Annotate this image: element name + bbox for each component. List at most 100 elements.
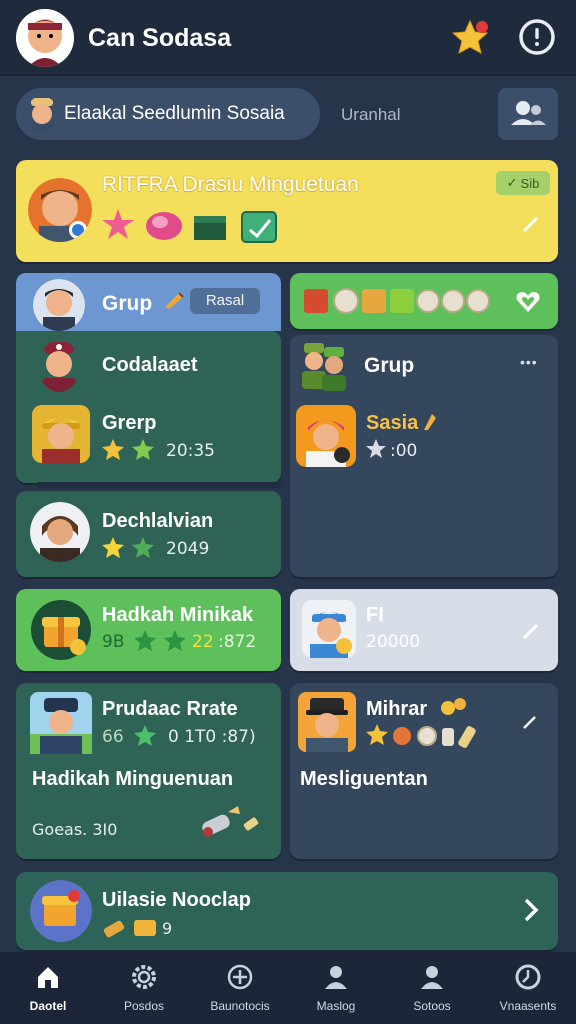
hadikah-highlight: 22 — [192, 632, 214, 652]
featured-title: RITFRA Drasiu Minguetuan — [102, 173, 359, 196]
star-icon — [102, 537, 124, 558]
hadikah-score: :872 — [218, 632, 257, 652]
produce-left: 66 — [102, 727, 124, 747]
star-icon — [134, 630, 156, 651]
nav-tab-user[interactable]: Sotoos — [384, 952, 480, 1024]
nav-label: Baunotocis — [210, 999, 270, 1013]
search-right-label[interactable]: Uranhal — [341, 105, 401, 125]
featured-items — [102, 206, 292, 246]
left-row-1-score: 20:35 — [166, 441, 215, 461]
bottom-banner-icon — [30, 880, 92, 942]
left-row-2-avatar[interactable] — [30, 502, 90, 562]
left-row-1-stars — [102, 438, 158, 462]
left-row-2-name: Dechlalvian — [102, 510, 214, 532]
bottom-nav: Daotel Posdos Baunotocis Maslog Sotoos V… — [0, 952, 576, 1024]
app-title: Can Sodasa — [88, 24, 232, 52]
hadikah-title: Hadkah Minikak — [102, 604, 254, 626]
clock-icon — [515, 964, 541, 990]
bottom-banner-title: Uilasie Nooclap — [102, 889, 251, 911]
nav-label: Posdos — [123, 999, 165, 1013]
nav-label: Daotel — [29, 999, 67, 1013]
green-box-icon — [390, 289, 414, 313]
check-icon: ✓ — [506, 175, 518, 190]
users-icon — [511, 101, 546, 125]
star-icon — [102, 439, 124, 460]
star-icon — [164, 630, 186, 651]
mihrar-subtitle: Mesliguentan — [300, 768, 428, 790]
right-group-score: :00 — [390, 441, 418, 461]
nav-tab-profile[interactable]: Maslog — [288, 952, 384, 1024]
featured-badge-label: Sib — [520, 175, 540, 191]
produce-range: 0 1T0 :87) — [168, 727, 256, 747]
chevron-right-icon[interactable] — [518, 896, 544, 924]
nav-label: Sotoos — [413, 999, 451, 1013]
left-row-2-stars — [102, 536, 158, 560]
nav-label: Maslog — [316, 999, 356, 1013]
produce-footer: Goeas. 3I0 — [32, 820, 118, 839]
pink-star-icon — [102, 209, 134, 239]
produce-title: Prudaac Rrate — [102, 698, 238, 720]
add-icon — [227, 964, 253, 990]
note-icon — [241, 211, 277, 243]
user-icon — [421, 966, 443, 989]
mihrar-items — [366, 722, 490, 750]
alert-icon[interactable] — [518, 18, 556, 56]
left-group-divider — [36, 482, 281, 488]
produce-star-icon — [134, 724, 156, 746]
bottom-banner-items — [102, 916, 158, 940]
right-group-name-icon — [420, 410, 438, 432]
star-icon — [132, 537, 154, 558]
red-box-icon — [304, 289, 328, 313]
produce-avatar — [30, 692, 92, 754]
left-group-header-avatar — [38, 340, 80, 392]
right-group-name: Sasia — [366, 412, 419, 434]
coin-icon — [333, 288, 359, 314]
profile-icon — [325, 966, 347, 989]
left-group-header-title: Codalaaet — [102, 354, 198, 376]
right-group-avatar[interactable] — [296, 405, 356, 467]
right-group-star-icon — [366, 439, 386, 459]
right-group-title: Grup — [364, 354, 415, 377]
produce-subtitle: Hadikah Minguenuan — [32, 768, 234, 790]
hadikah-stars — [134, 629, 190, 653]
reward-items — [302, 286, 492, 316]
grup-tab-title: Grup — [102, 292, 153, 315]
grup-tab-avatar — [33, 279, 85, 331]
nav-tab-settings[interactable]: Posdos — [96, 952, 192, 1024]
nav-tab-home[interactable]: Daotel — [0, 952, 96, 1024]
gold-box-icon — [362, 289, 386, 313]
mihrar-badge-icon — [440, 694, 468, 720]
profile-avatar[interactable] — [16, 9, 74, 67]
star-icon[interactable] — [451, 18, 492, 58]
nav-tab-add[interactable]: Baunotocis — [192, 952, 288, 1024]
featured-edit-icon[interactable] — [520, 213, 542, 235]
bottom-banner-count: 9 — [162, 919, 173, 938]
nav-tab-history[interactable]: Vnaasents — [480, 952, 576, 1024]
star-icon — [366, 724, 388, 745]
star-icon — [132, 439, 154, 460]
produce-items — [200, 802, 264, 842]
fi-edit-icon[interactable] — [520, 620, 542, 642]
nav-label: Vnaasents — [499, 999, 557, 1013]
search-label: Elaakal Seedlumin Sosaia — [64, 103, 285, 124]
left-row-1-name: Grerp — [102, 412, 157, 434]
fi-avatar — [302, 600, 356, 658]
mihrar-title: Mihrar — [366, 698, 428, 720]
grup-tab-tag[interactable]: Rasal — [190, 288, 260, 314]
featured-avatar — [28, 178, 92, 242]
mihrar-avatar — [298, 692, 356, 752]
bottom-banner[interactable] — [16, 872, 558, 950]
right-group-avatars — [300, 341, 348, 393]
home-icon — [38, 967, 58, 988]
mihrar-edit-icon[interactable] — [520, 712, 540, 732]
search-avatar — [26, 96, 58, 132]
left-row-1-avatar[interactable] — [32, 405, 90, 463]
left-row-2-score: 2049 — [166, 539, 210, 559]
hadikah-left: 9B — [102, 632, 125, 652]
more-menu-icon[interactable]: ••• — [520, 354, 538, 370]
fi-title: FI — [366, 604, 384, 626]
heart-icon[interactable] — [514, 288, 542, 316]
add-friend-button[interactable] — [498, 88, 558, 140]
hadikah-avatar — [30, 599, 92, 661]
featured-badge: ✓ Sib — [496, 171, 550, 195]
